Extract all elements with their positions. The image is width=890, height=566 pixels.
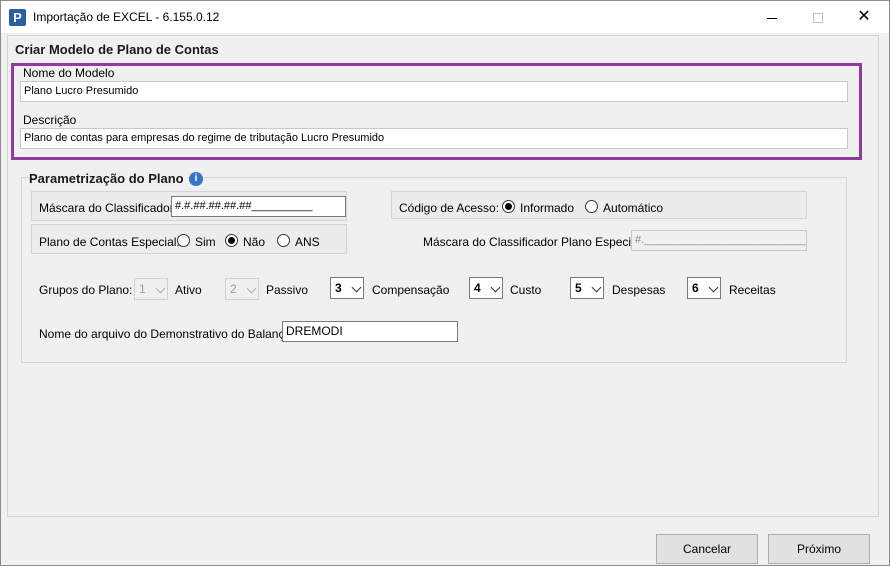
mascara-input[interactable]: #.#.##.##.##.##__________: [171, 196, 346, 217]
nome-modelo-label: Nome do Modelo: [23, 66, 115, 80]
chevron-down-icon: [351, 282, 362, 293]
grupo-4-label: Custo: [510, 283, 542, 297]
minimize-button[interactable]: [749, 1, 795, 33]
close-button[interactable]: ✕: [841, 1, 887, 33]
codigo-informado-label: Informado: [520, 201, 575, 215]
descricao-input[interactable]: Plano de contas para empresas do regime …: [20, 128, 848, 149]
mascara-especial-input: #._____________________________: [631, 230, 807, 251]
plano-especial-sim-radio[interactable]: [177, 234, 190, 247]
title-bar: P Importação de EXCEL - 6.155.0.12 ✕: [1, 1, 889, 33]
grupo-1-value: 1: [139, 282, 146, 296]
maximize-icon: [813, 13, 823, 24]
info-icon[interactable]: i: [189, 172, 203, 186]
maximize-button: [795, 1, 841, 33]
grupo-1-select: 1: [134, 278, 168, 300]
grupo-1-label: Ativo: [175, 283, 202, 297]
window-title: Importação de EXCEL - 6.155.0.12: [33, 10, 220, 24]
grupo-6-value: 6: [692, 281, 699, 295]
plano-especial-label: Plano de Contas Especial:: [39, 235, 180, 249]
grupos-label: Grupos do Plano:: [39, 283, 133, 297]
grupo-4-value: 4: [474, 281, 481, 295]
plano-especial-sim-label: Sim: [195, 235, 216, 249]
grupo-2-value: 2: [230, 282, 237, 296]
import-window: P Importação de EXCEL - 6.155.0.12 ✕ Cri…: [0, 0, 890, 566]
mascara-label: Máscara do Classificador:: [39, 201, 178, 215]
plano-especial-nao-label: Não: [243, 235, 266, 249]
chevron-down-icon: [155, 283, 166, 294]
arquivo-label: Nome do arquivo do Demonstrativo do Bala…: [39, 327, 295, 341]
grupo-2-label: Passivo: [266, 283, 309, 297]
chevron-down-icon: [246, 283, 257, 294]
nome-modelo-input[interactable]: Plano Lucro Presumido: [20, 81, 848, 102]
criar-modelo-title: Criar Modelo de Plano de Contas: [15, 42, 219, 57]
minimize-icon: [767, 17, 777, 19]
chevron-down-icon: [490, 282, 501, 293]
grupo-5-select[interactable]: 5: [570, 277, 604, 299]
grupo-6-select[interactable]: 6: [687, 277, 721, 299]
grupo-3-label: Compensação: [372, 283, 450, 297]
cancelar-button[interactable]: Cancelar: [656, 534, 758, 564]
grupo-5-label: Despesas: [612, 283, 666, 297]
chevron-down-icon: [708, 282, 719, 293]
close-icon: ✕: [857, 8, 871, 25]
grupo-4-select[interactable]: 4: [469, 277, 503, 299]
parametrizacao-title: Parametrização do Plano: [29, 171, 187, 186]
grupo-6-label: Receitas: [729, 283, 776, 297]
grupo-2-select: 2: [225, 278, 259, 300]
app-logo-icon: P: [9, 9, 26, 26]
descricao-label: Descrição: [23, 113, 77, 127]
proximo-button[interactable]: Próximo: [768, 534, 870, 564]
grupo-5-value: 5: [575, 281, 582, 295]
codigo-automatico-label: Automático: [603, 201, 664, 215]
plano-especial-ans-label: ANS: [295, 235, 320, 249]
plano-especial-nao-radio[interactable]: [225, 234, 238, 247]
grupo-3-value: 3: [335, 281, 342, 295]
codigo-automatico-radio[interactable]: [585, 200, 598, 213]
plano-especial-ans-radio[interactable]: [277, 234, 290, 247]
chevron-down-icon: [591, 282, 602, 293]
codigo-acesso-label: Código de Acesso:: [399, 201, 500, 215]
codigo-informado-radio[interactable]: [502, 200, 515, 213]
arquivo-input[interactable]: DREMODI: [282, 321, 458, 342]
grupo-3-select[interactable]: 3: [330, 277, 364, 299]
mascara-especial-label: Máscara do Classificador Plano Especial:: [423, 235, 644, 249]
